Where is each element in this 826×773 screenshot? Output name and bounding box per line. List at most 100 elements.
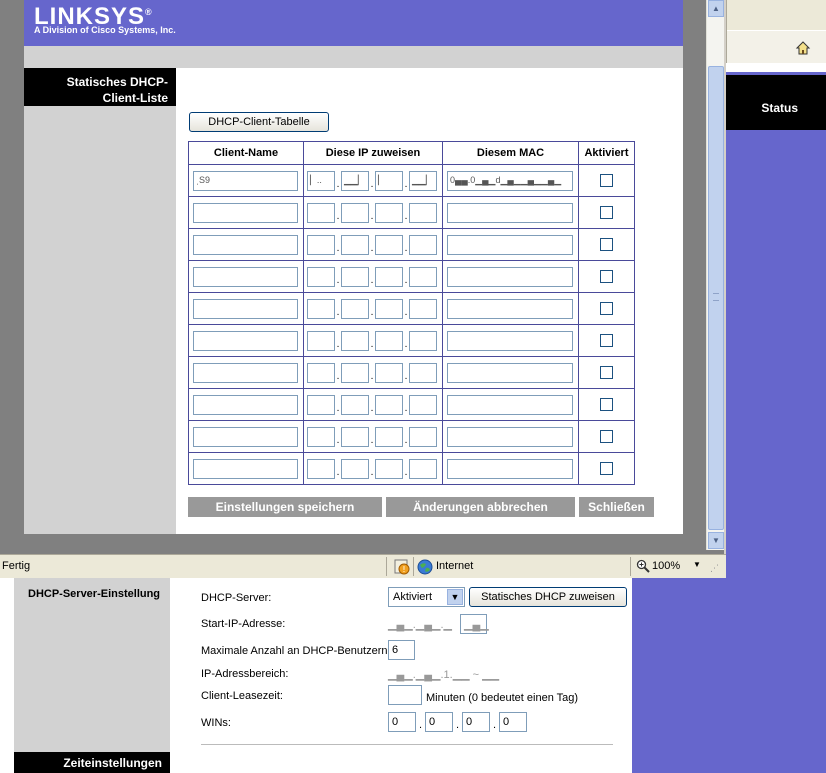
vertical-scrollbar[interactable]: ▲ ▼ bbox=[706, 0, 724, 550]
client-name-input[interactable] bbox=[193, 362, 298, 383]
ip-octet-input[interactable] bbox=[341, 234, 369, 255]
enabled-checkbox[interactable] bbox=[600, 174, 613, 187]
enabled-checkbox[interactable] bbox=[600, 366, 613, 379]
background-margin bbox=[0, 578, 14, 773]
wins-input-3[interactable]: 0 bbox=[462, 712, 490, 732]
wins-input-1[interactable]: 0 bbox=[388, 712, 416, 732]
client-name-input[interactable] bbox=[193, 330, 298, 351]
mac-input[interactable]: 0▄▄.0▁▄▁d▁▄▁▁▄▁▁▄▁ bbox=[447, 170, 573, 191]
resize-grip-icon[interactable]: ⋰ bbox=[710, 563, 719, 574]
enabled-checkbox[interactable] bbox=[600, 206, 613, 219]
ip-octet-input[interactable] bbox=[375, 266, 403, 287]
enabled-checkbox[interactable] bbox=[600, 398, 613, 411]
ip-octet-input[interactable] bbox=[307, 266, 335, 287]
ip-octet-input[interactable] bbox=[409, 458, 437, 479]
ip-octet-input[interactable] bbox=[409, 266, 437, 287]
ip-octet-input[interactable] bbox=[307, 362, 335, 383]
ip-octet-input[interactable] bbox=[307, 330, 335, 351]
enabled-checkbox[interactable] bbox=[600, 238, 613, 251]
ip-octet-input[interactable] bbox=[307, 298, 335, 319]
ip-octet-input[interactable] bbox=[409, 330, 437, 351]
client-name-input[interactable]: ˌS9 bbox=[193, 170, 298, 191]
cell-enabled bbox=[578, 196, 635, 229]
status-tab[interactable]: Status bbox=[761, 101, 798, 115]
chevron-down-icon[interactable]: ▼ bbox=[447, 589, 463, 605]
ip-octet-input[interactable] bbox=[375, 202, 403, 223]
ip-octet-input[interactable] bbox=[375, 394, 403, 415]
ip-octet-input[interactable] bbox=[375, 234, 403, 255]
ip-octet-input[interactable] bbox=[341, 330, 369, 351]
start-ip-value: ▁▄▁.▁▄▁.▁ bbox=[388, 619, 452, 631]
dhcp-client-table-button[interactable]: DHCP-Client-Tabelle bbox=[189, 112, 329, 132]
mac-input[interactable] bbox=[447, 266, 573, 287]
ip-octet-input[interactable] bbox=[307, 234, 335, 255]
ip-octet-input[interactable] bbox=[409, 362, 437, 383]
client-name-input[interactable] bbox=[193, 298, 298, 319]
client-name-input[interactable] bbox=[193, 202, 298, 223]
client-name-input[interactable] bbox=[193, 458, 298, 479]
ip-octet-input[interactable] bbox=[341, 266, 369, 287]
ip-octet-input[interactable] bbox=[375, 426, 403, 447]
ip-octet-input[interactable] bbox=[307, 202, 335, 223]
wins-input-2[interactable]: 0 bbox=[425, 712, 453, 732]
ip-octet-input[interactable] bbox=[341, 426, 369, 447]
enabled-checkbox[interactable] bbox=[600, 302, 613, 315]
client-name-input[interactable] bbox=[193, 426, 298, 447]
enabled-checkbox[interactable] bbox=[600, 462, 613, 475]
ip-octet-input[interactable] bbox=[409, 394, 437, 415]
client-name-input[interactable] bbox=[193, 266, 298, 287]
ip-octet-input[interactable] bbox=[409, 426, 437, 447]
ip-octet-input[interactable] bbox=[409, 298, 437, 319]
ip-octet-input[interactable] bbox=[409, 234, 437, 255]
ip-octet-input[interactable] bbox=[307, 426, 335, 447]
save-settings-button[interactable]: Einstellungen speichern bbox=[188, 497, 382, 517]
client-name-input[interactable] bbox=[193, 394, 298, 415]
mac-input[interactable] bbox=[447, 298, 573, 319]
ip-octet-input[interactable] bbox=[341, 458, 369, 479]
ip-octet-input[interactable] bbox=[375, 298, 403, 319]
browser-toolbar bbox=[726, 0, 826, 64]
mac-input[interactable] bbox=[447, 234, 573, 255]
ip-octet-input[interactable] bbox=[341, 202, 369, 223]
ip-octet-input[interactable] bbox=[341, 394, 369, 415]
mac-input[interactable] bbox=[447, 202, 573, 223]
home-icon[interactable] bbox=[795, 40, 811, 56]
ip-octet-input[interactable]: ▏ bbox=[375, 170, 403, 191]
zone-text: Internet bbox=[436, 560, 474, 572]
zoom-icon[interactable] bbox=[636, 559, 650, 573]
lease-time-input[interactable] bbox=[388, 685, 422, 705]
ip-octet-input[interactable] bbox=[375, 330, 403, 351]
scroll-up-icon[interactable]: ▲ bbox=[708, 0, 724, 17]
close-button[interactable]: Schließen bbox=[579, 497, 654, 517]
zoom-dropdown-icon[interactable]: ▼ bbox=[693, 560, 701, 569]
mac-input[interactable] bbox=[447, 394, 573, 415]
client-name-input[interactable] bbox=[193, 234, 298, 255]
mac-input[interactable] bbox=[447, 426, 573, 447]
ip-octet-input[interactable] bbox=[375, 362, 403, 383]
cancel-changes-button[interactable]: Änderungen abbrechen bbox=[386, 497, 575, 517]
ip-octet-input[interactable] bbox=[307, 458, 335, 479]
enabled-checkbox[interactable] bbox=[600, 334, 613, 347]
enabled-checkbox[interactable] bbox=[600, 270, 613, 283]
ip-octet-input[interactable]: ▁▁▏ bbox=[341, 170, 369, 191]
divider bbox=[201, 744, 613, 745]
start-ip-label: Start-IP-Adresse: bbox=[201, 618, 286, 630]
ip-octet-input[interactable] bbox=[341, 298, 369, 319]
mac-input[interactable] bbox=[447, 362, 573, 383]
max-users-input[interactable]: 6 bbox=[388, 640, 415, 660]
ip-octet-input[interactable] bbox=[409, 202, 437, 223]
ip-octet-input[interactable]: ▁▁▏ bbox=[409, 170, 437, 191]
scrollbar-thumb[interactable] bbox=[708, 66, 724, 530]
mac-input[interactable] bbox=[447, 330, 573, 351]
mac-input[interactable] bbox=[447, 458, 573, 479]
ip-octet-input[interactable] bbox=[307, 394, 335, 415]
dhcp-server-select[interactable]: Aktiviert ▼ bbox=[388, 587, 465, 607]
start-ip-last-input[interactable]: ▁▄▁ bbox=[460, 614, 489, 634]
ip-octet-input[interactable] bbox=[341, 362, 369, 383]
wins-input-4[interactable]: 0 bbox=[499, 712, 527, 732]
scroll-down-icon[interactable]: ▼ bbox=[708, 532, 724, 549]
static-dhcp-button[interactable]: Statisches DHCP zuweisen bbox=[469, 587, 627, 607]
enabled-checkbox[interactable] bbox=[600, 430, 613, 443]
ip-octet-input[interactable] bbox=[375, 458, 403, 479]
ip-octet-input[interactable]: ▏.. bbox=[307, 170, 335, 191]
